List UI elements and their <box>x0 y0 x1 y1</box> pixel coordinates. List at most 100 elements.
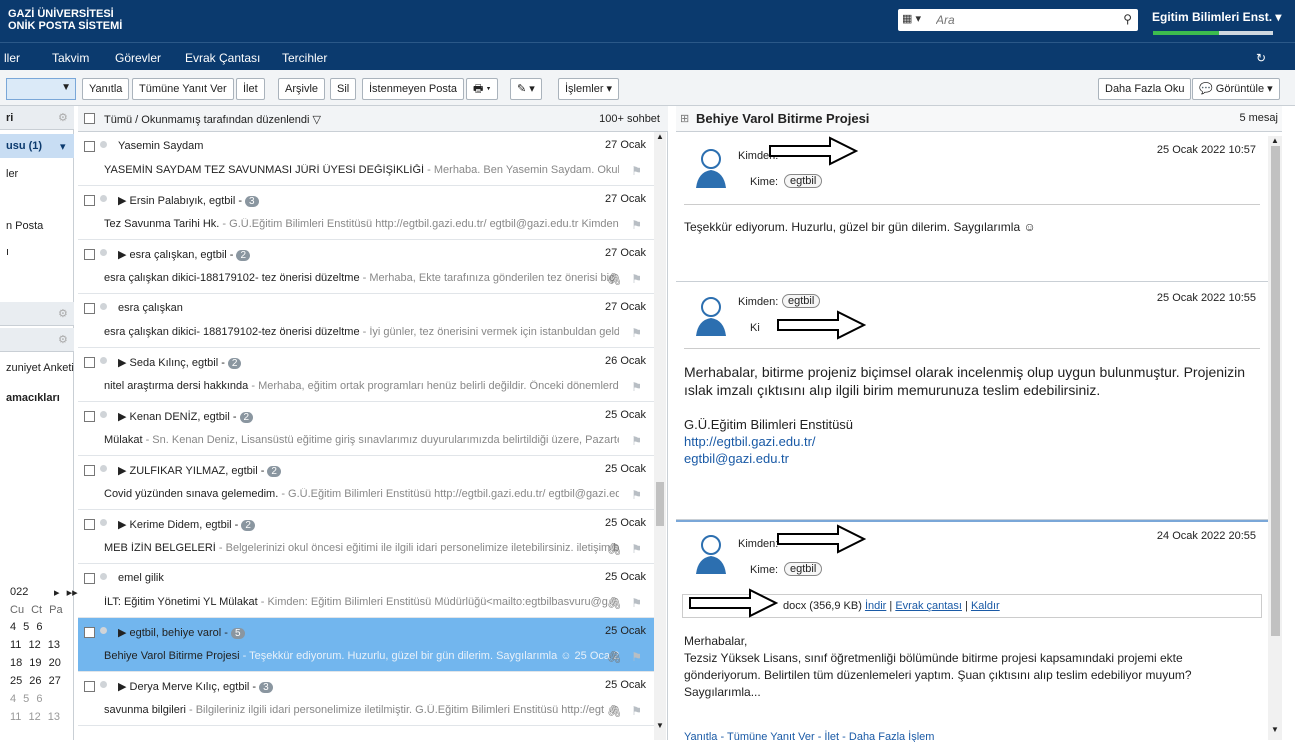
tab-preferences[interactable]: Tercihler <box>282 51 327 65</box>
table-row[interactable]: ▶ egtbil, behiye varol -5 25 Ocak Behiye V… <box>78 618 654 672</box>
table-row[interactable]: esra çalışkan 27 Ocak esra çalışkan dikici… <box>78 294 654 348</box>
row-checkbox[interactable] <box>84 249 95 260</box>
row-checkbox[interactable] <box>84 195 95 206</box>
row-checkbox[interactable] <box>84 573 95 584</box>
row-checkbox[interactable] <box>84 627 95 638</box>
search-scope-picker[interactable]: ▦ ▾ <box>902 12 921 25</box>
signature-email-link[interactable]: egtbil@gazi.edu.tr <box>684 451 789 466</box>
message-actions[interactable]: Yanıtla - Tümüne Yanıt Ver - İlet - Daha… <box>684 730 934 742</box>
row-checkbox[interactable] <box>84 141 95 152</box>
gear-icon[interactable]: ⚙ <box>58 111 68 124</box>
scroll-up-icon[interactable]: ▲ <box>1271 136 1279 145</box>
spam-button[interactable]: İstenmeyen Posta <box>362 78 465 100</box>
attachment-name[interactable]: docx (356,9 KB) <box>783 600 862 612</box>
sort-label[interactable]: Tümü / Okunmamış tarafından düzenlendi ▽ <box>104 113 321 126</box>
calendar-week[interactable]: 4 5 6 <box>10 621 42 633</box>
remove-link[interactable]: Kaldır <box>971 600 1000 612</box>
read-status-icon[interactable] <box>100 357 107 364</box>
calendar-week[interactable]: 25 26 27 <box>10 675 61 687</box>
table-row[interactable]: ▶ ZULFIKAR YILMAZ, egtbil -2 25 Ocak Covid… <box>78 456 654 510</box>
calendar-week[interactable]: 18 19 20 <box>10 657 61 669</box>
row-checkbox[interactable] <box>84 357 95 368</box>
folder-item[interactable]: n Posta <box>6 220 43 232</box>
refresh-icon[interactable]: ↻ <box>1256 51 1266 65</box>
flag-icon[interactable]: ⚑ <box>631 542 642 556</box>
calendar-next-icon[interactable]: ▸ ▸▸ <box>54 586 78 599</box>
calendar-week[interactable]: 11 12 13 <box>10 639 60 651</box>
table-row[interactable]: emel gilik 25 Ocak İLT: Eğitim Yönetimi YL… <box>78 564 654 618</box>
scroll-down-icon[interactable]: ▼ <box>656 721 664 730</box>
view-button[interactable]: 💬 Görüntüle ▾ <box>1192 78 1280 100</box>
read-status-icon[interactable] <box>100 519 107 526</box>
flag-icon[interactable]: ⚑ <box>631 434 642 448</box>
reading-scrollbar[interactable]: ▲ ▼ <box>1268 136 1282 740</box>
user-menu[interactable]: Egitim Bilimleri Enst. ▾ <box>1152 10 1281 24</box>
folder-item[interactable]: ler <box>6 168 18 180</box>
reply-all-button[interactable]: Tümüne Yanıt Ver <box>132 78 234 100</box>
flag-icon[interactable]: ⚑ <box>631 164 642 178</box>
actions-button[interactable]: İşlemler ▾ <box>558 78 620 100</box>
select-all-checkbox[interactable] <box>84 113 95 124</box>
row-checkbox[interactable] <box>84 465 95 476</box>
gear-icon[interactable]: ⚙ <box>58 333 68 346</box>
recipient-pill[interactable]: egtbil <box>784 174 823 188</box>
table-row[interactable]: ▶ Derya Merve Kılıç, egtbil -3 25 Ocak sav… <box>78 672 654 726</box>
read-status-icon[interactable] <box>100 681 107 688</box>
folder-inbox[interactable]: usu (1) ▾ <box>0 134 74 158</box>
archive-button[interactable]: Arşivle <box>278 78 326 100</box>
tab-briefcase[interactable]: Evrak Çantası <box>185 51 260 65</box>
read-more-button[interactable]: Daha Fazla Oku <box>1098 78 1192 100</box>
tab-tasks[interactable]: Görevler <box>115 51 161 65</box>
scroll-up-icon[interactable]: ▲ <box>656 132 664 141</box>
flag-icon[interactable]: ⚑ <box>631 704 642 718</box>
table-row[interactable]: ▶ esra çalışkan, egtbil -2 27 Ocak esra ça… <box>78 240 654 294</box>
sender-pill[interactable]: egtbil <box>782 294 821 308</box>
reply-button[interactable]: Yanıtla <box>82 78 130 100</box>
read-status-icon[interactable] <box>100 411 107 418</box>
read-status-icon[interactable] <box>100 465 107 472</box>
table-row[interactable]: ▶ Ersin Palabıyık, egtbil -3 27 Ocak Tez S… <box>78 186 654 240</box>
print-button[interactable]: 🖶 ▾ <box>466 78 498 100</box>
flag-icon[interactable]: ⚑ <box>631 326 642 340</box>
table-row[interactable]: ▶ Seda Kılınç, egtbil -2 26 Ocak nitel ara… <box>78 348 654 402</box>
app-logo[interactable]: GAZİ ÜNİVERSİTESİ ONİK POSTA SİSTEMİ <box>8 8 122 32</box>
folder-select[interactable]: ▼ <box>6 78 76 100</box>
folder-item[interactable]: ı <box>6 246 9 258</box>
search-input[interactable] <box>936 12 1116 28</box>
gear-icon[interactable]: ⚙ <box>58 307 68 320</box>
expand-icon[interactable]: ⊞ <box>680 112 689 125</box>
calendar-week[interactable]: 4 5 6 <box>10 693 42 705</box>
briefcase-link[interactable]: Evrak çantası <box>895 600 962 612</box>
download-link[interactable]: İndir <box>865 600 886 612</box>
forward-button[interactable]: İlet <box>236 78 265 100</box>
recipient-pill[interactable]: egtbil <box>784 562 823 576</box>
tab-calendar[interactable]: Takvim <box>52 51 89 65</box>
flag-icon[interactable]: ⚑ <box>631 272 642 286</box>
list-scrollbar[interactable]: ▲ ▼ <box>654 132 666 740</box>
table-row[interactable]: Yasemin Saydam 27 Ocak YASEMİN SAYDAM TEZ … <box>78 132 654 186</box>
read-status-icon[interactable] <box>100 195 107 202</box>
read-status-icon[interactable] <box>100 303 107 310</box>
calendar-week[interactable]: 11 12 13 <box>10 711 60 723</box>
flag-icon[interactable]: ⚑ <box>631 380 642 394</box>
row-checkbox[interactable] <box>84 519 95 530</box>
flag-icon[interactable]: ⚑ <box>631 650 642 664</box>
flag-icon[interactable]: ⚑ <box>631 218 642 232</box>
flag-icon[interactable]: ⚑ <box>631 488 642 502</box>
tag-button[interactable]: ✎ ▾ <box>510 78 542 100</box>
signature-url-link[interactable]: http://egtbil.gazi.edu.tr/ <box>684 434 816 449</box>
delete-button[interactable]: Sil <box>330 78 357 100</box>
read-status-icon[interactable] <box>100 141 107 148</box>
flag-icon[interactable]: ⚑ <box>631 596 642 610</box>
tab-contacts[interactable]: ller <box>4 51 20 65</box>
scroll-thumb[interactable] <box>1271 146 1280 636</box>
scroll-thumb[interactable] <box>656 482 664 526</box>
row-checkbox[interactable] <box>84 681 95 692</box>
table-row[interactable]: ▶ Kenan DENİZ, egtbil -2 25 Ocak Mülakat -… <box>78 402 654 456</box>
zimlet-item[interactable]: zuniyet Anketi <box>6 362 74 374</box>
read-status-icon[interactable] <box>100 249 107 256</box>
row-checkbox[interactable] <box>84 411 95 422</box>
row-checkbox[interactable] <box>84 303 95 314</box>
scroll-down-icon[interactable]: ▼ <box>1271 725 1279 734</box>
read-status-icon[interactable] <box>100 573 107 580</box>
